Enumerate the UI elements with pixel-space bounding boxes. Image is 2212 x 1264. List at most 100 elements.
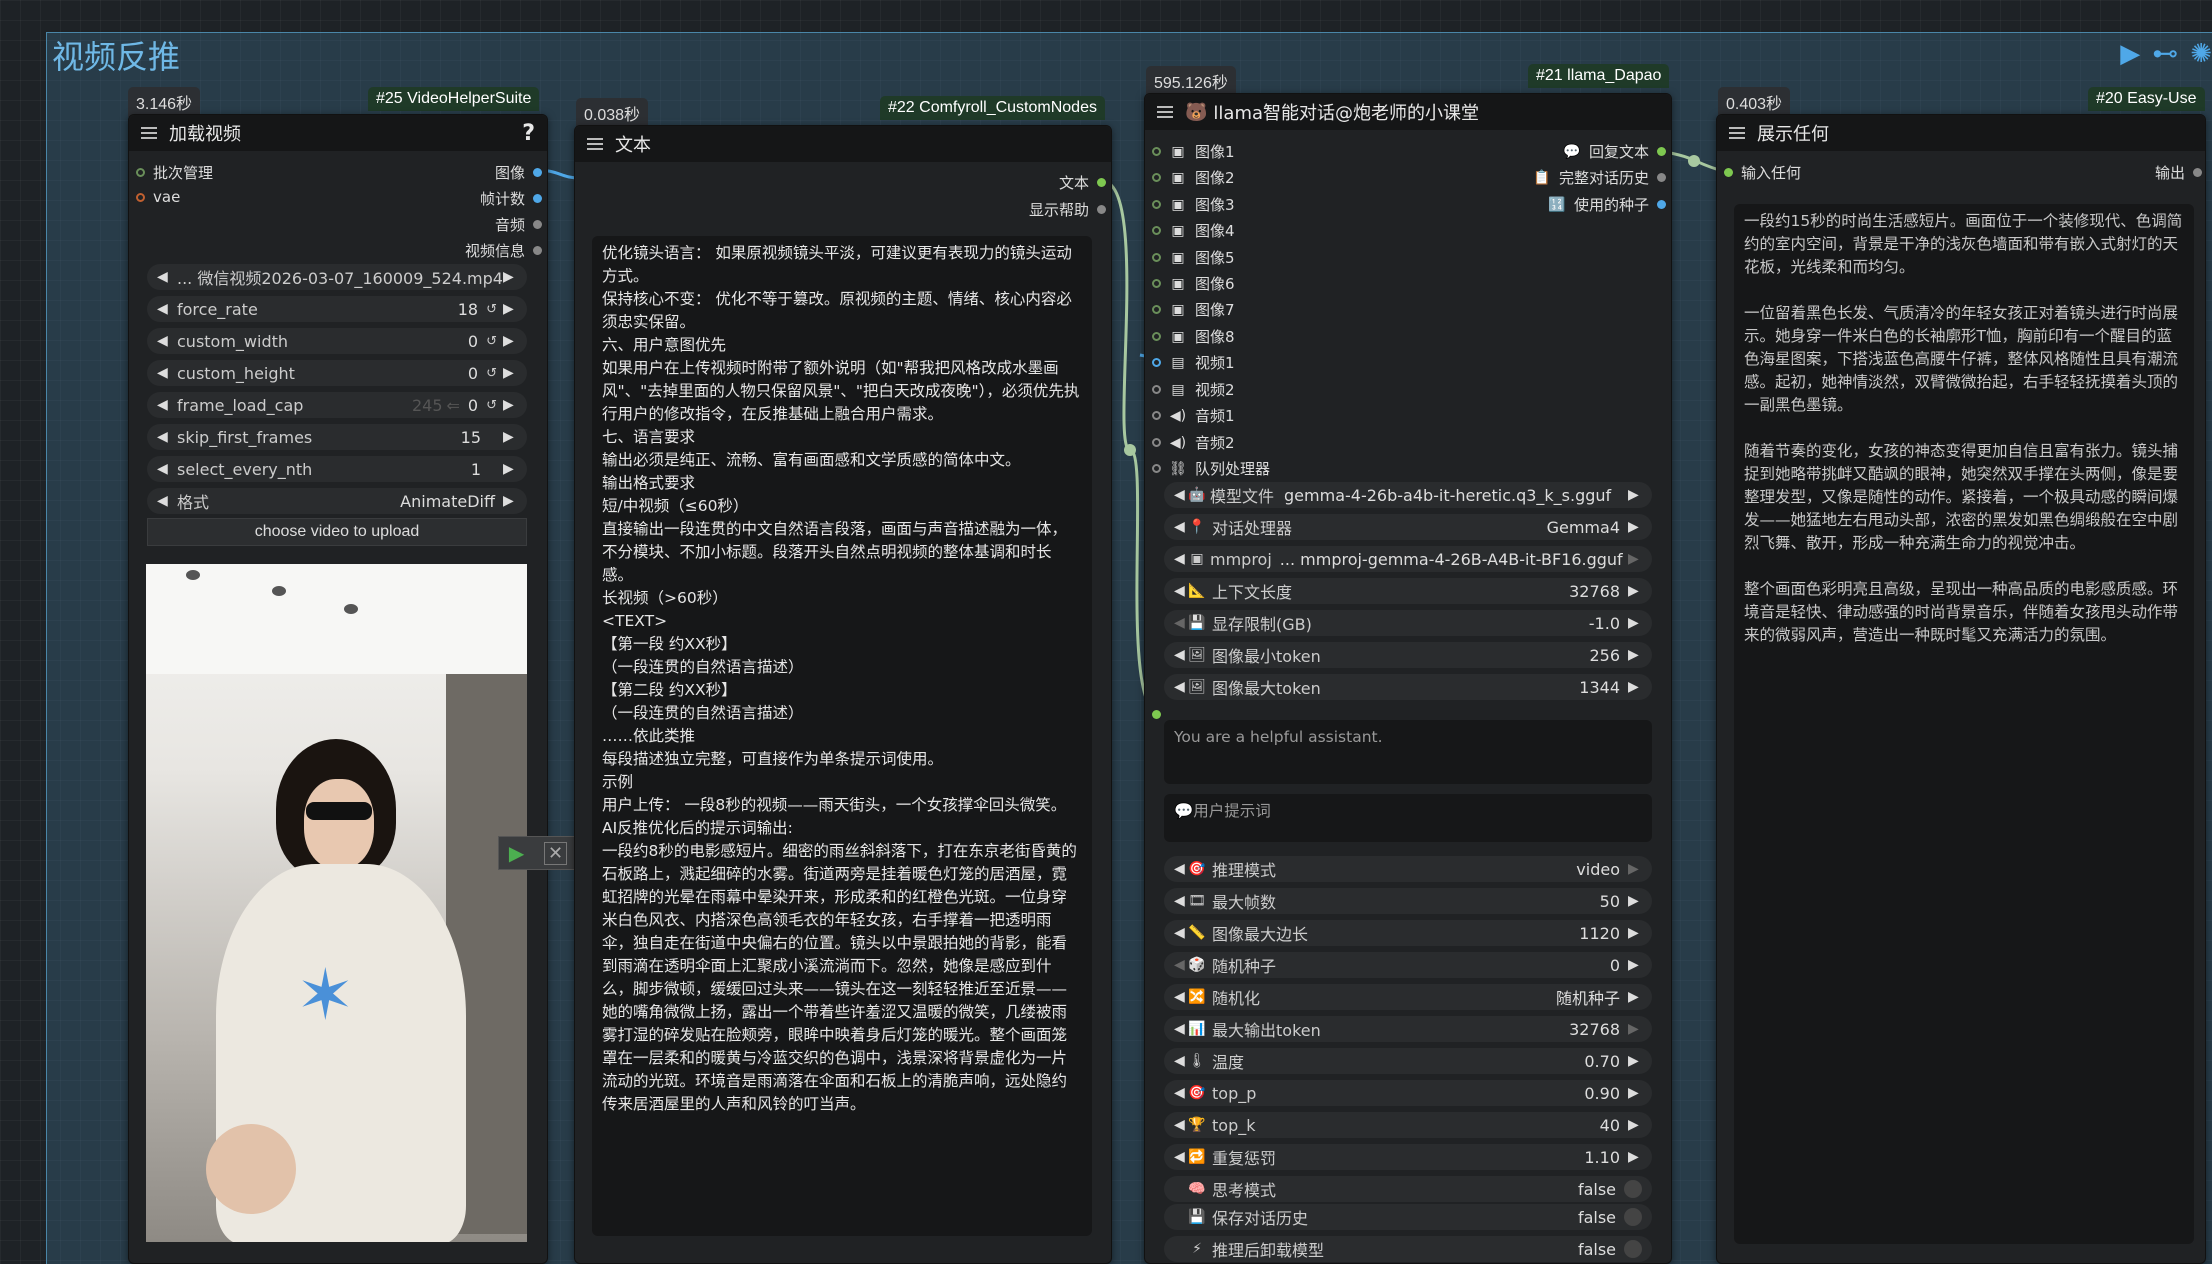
output-video-info[interactable]: 视频信息 [420,240,542,261]
image-max-side-widget[interactable]: ◀ 📏 图像最大边长 1120 ▶ [1164,920,1652,946]
ceiling-light [344,604,358,614]
vram-limit-widget[interactable]: ◀ 💾 显存限制(GB) -1.0 ▶ [1164,610,1652,636]
video-overlay-controls[interactable]: ▶ ✕ [498,836,578,870]
user-prompt-input[interactable]: 💬用户提示词 [1164,794,1652,842]
image-icon: ▣ [1190,551,1204,567]
socket-icon[interactable] [1097,205,1106,214]
socket-icon[interactable] [533,194,542,203]
input-vae[interactable]: vae [136,188,180,206]
socket-icon[interactable] [533,246,542,255]
help-icon[interactable]: ? [522,121,535,146]
toggle-switch [1624,1240,1642,1258]
bypass-icon[interactable]: ⊷ [2152,38,2178,69]
random-seed-widget[interactable]: ◀ 🎲 随机种子 0 ▶ [1164,952,1652,978]
choose-video-upload-button[interactable]: choose video to upload [147,518,527,546]
output-frame-count[interactable]: 帧计数 [420,188,542,209]
socket-icon[interactable] [136,192,145,202]
node21-header[interactable]: 🐻 llama智能对话@炮老师的小课堂 [1145,94,1671,130]
socket-icon [1657,200,1666,209]
max-output-token-widget[interactable]: ◀ 📊 最大输出token 32768 ▶ [1164,1016,1652,1042]
face [304,779,374,869]
sunglasses [306,802,372,820]
socket-icon[interactable] [136,168,145,177]
socket-icon[interactable] [533,220,542,229]
format-widget[interactable]: ◀ 格式 AnimateDiff ▶ [147,488,527,514]
video-preview[interactable]: ✶ [146,564,527,1242]
input-audio-1[interactable]: ◀) 音频1 [1152,405,1235,426]
input-image-7[interactable]: ▣ 图像7 [1152,299,1235,320]
socket-icon[interactable] [1097,178,1106,187]
input-anything[interactable]: 输入任何 [1724,162,1801,183]
input-video-2[interactable]: ▤ 视频2 [1152,379,1235,400]
system-prompt-input[interactable]: You are a helpful assistant. [1164,720,1652,784]
save-history-toggle[interactable]: 💾 保存对话历史 false [1164,1204,1652,1230]
force-rate-widget[interactable]: ◀ force_rate 18 ↺ ▶ [147,296,527,322]
input-video-1[interactable]: ▤ 视频1 [1152,352,1235,373]
randomize-widget[interactable]: ◀ 🔀 随机化 随机种子 ▶ [1164,984,1652,1010]
max-frames-widget[interactable]: ◀ 🎞 最大帧数 50 ▶ [1164,888,1652,914]
input-image-5[interactable]: ▣ 图像5 [1152,247,1235,268]
output-image[interactable]: 图像 [420,162,542,183]
skip-first-frames-widget[interactable]: ◀ skip_first_frames 15 ▶ [147,424,527,450]
socket-icon [1724,168,1733,177]
temperature-widget[interactable]: ◀ 🌡 温度 0.70 ▶ [1164,1048,1652,1074]
output-any[interactable]: 输出 [2110,162,2202,183]
image-max-token-widget[interactable]: ◀ 🖼 图像最大token 1344 ▶ [1164,674,1652,700]
top-k-widget[interactable]: ◀ 🏆 top_k 40 ▶ [1164,1112,1652,1138]
input-image-3[interactable]: ▣ 图像3 [1152,194,1235,215]
group-toolbar: ▶ ⊷ ✺ [2120,38,2212,69]
number-icon: 🔢 [1548,196,1566,213]
play-icon[interactable]: ▶ [509,841,524,866]
top-p-widget[interactable]: ◀ 🎯 top_p 0.90 ▶ [1164,1080,1652,1106]
output-audio[interactable]: 音频 [420,214,542,235]
input-image-4[interactable]: ▣ 图像4 [1152,220,1235,241]
custom-height-widget[interactable]: ◀ custom_height 0 ↺ ▶ [147,360,527,386]
input-image-2[interactable]: ▣ 图像2 [1152,167,1235,188]
settings-icon[interactable]: ✺ [2190,38,2212,69]
frame-load-cap-widget[interactable]: ◀ frame_load_cap 245 ⇐ 0 ↺ ▶ [147,392,527,418]
node25-header[interactable]: 加载视频 ? [129,115,547,151]
socket-icon[interactable] [533,168,542,177]
inference-mode-widget[interactable]: ◀ 🎯 推理模式 video ▶ [1164,856,1652,882]
node25-time-badge: 3.146秒 [128,87,201,117]
close-icon[interactable]: ✕ [544,841,568,865]
input-image-1[interactable]: ▣ 图像1 [1152,141,1235,162]
menu-icon[interactable] [141,127,157,139]
unload-model-toggle[interactable]: ⚡ 推理后卸载模型 false [1164,1236,1652,1262]
thinking-mode-toggle[interactable]: 🧠 思考模式 false [1164,1176,1652,1202]
node22-time-badge: 0.038秒 [576,98,649,128]
reset-icon: ↺ [486,333,497,349]
ceiling-light [186,570,200,580]
repeat-penalty-widget[interactable]: ◀ 🔁 重复惩罚 1.10 ▶ [1164,1144,1652,1170]
chat-handler-widget[interactable]: ◀ 📍 对话处理器 Gemma4 ▶ [1164,514,1652,540]
input-image-8[interactable]: ▣ 图像8 [1152,326,1235,347]
video-file-select[interactable]: ◀... 微信视频2026-03-07_160009_524.mp4 ▶ [147,264,527,290]
output-used-seed[interactable]: 🔢 使用的种子 [1470,194,1666,215]
node22-header[interactable]: 文本 [575,126,1111,162]
output-full-history[interactable]: 📋 完整对话历史 [1470,167,1666,188]
image-icon: 🖼 [1188,679,1206,695]
image-min-token-widget[interactable]: ◀ 🖼 图像最小token 256 ▶ [1164,642,1652,668]
context-length-widget[interactable]: ◀ 📐 上下文长度 32768 ▶ [1164,578,1652,604]
mmproj-widget[interactable]: ◀ ▣ mmproj... mmproj-gemma-4-26B-A4B-it-BF… [1164,546,1652,572]
node21-title: llama智能对话@炮老师的小课堂 [1213,103,1480,124]
input-queue-processor[interactable]: ⛓ 队列处理器 [1152,458,1270,479]
output-show-help[interactable]: 显示帮助 [980,199,1106,220]
model-file-widget[interactable]: ◀ 🤖 模型文件 gemma-4-26b-a4b-it-heretic.q3_k_s.… [1164,482,1652,508]
select-every-nth-widget[interactable]: ◀ select_every_nth 1 ▶ [147,456,527,482]
link-socket[interactable] [1152,710,1161,719]
input-audio-2[interactable]: ◀) 音频2 [1152,432,1235,453]
custom-width-widget[interactable]: ◀ custom_width 0 ↺ ▶ [147,328,527,354]
video-icon: ▤ [1171,381,1185,398]
show-any-text[interactable]: 一段约15秒的时尚生活感短片。画面位于一个装修现代、色调简约的室内空间，背景是干… [1734,204,2194,1244]
input-batch-manager[interactable]: 批次管理 [136,162,213,183]
menu-icon[interactable] [1729,127,1745,139]
menu-icon[interactable] [1157,106,1173,118]
output-reply-text[interactable]: 💬 回复文本 [1470,141,1666,162]
play-icon[interactable]: ▶ [2120,38,2140,69]
node20-header[interactable]: 展示任何 [1717,115,2205,151]
menu-icon[interactable] [587,138,603,150]
output-text[interactable]: 文本 [980,172,1106,193]
text-content[interactable]: 优化镜头语言： 如果原视频镜头平淡，可建议更有表现力的镜头运动方式。 保持核心不… [592,236,1092,1236]
input-image-6[interactable]: ▣ 图像6 [1152,273,1235,294]
